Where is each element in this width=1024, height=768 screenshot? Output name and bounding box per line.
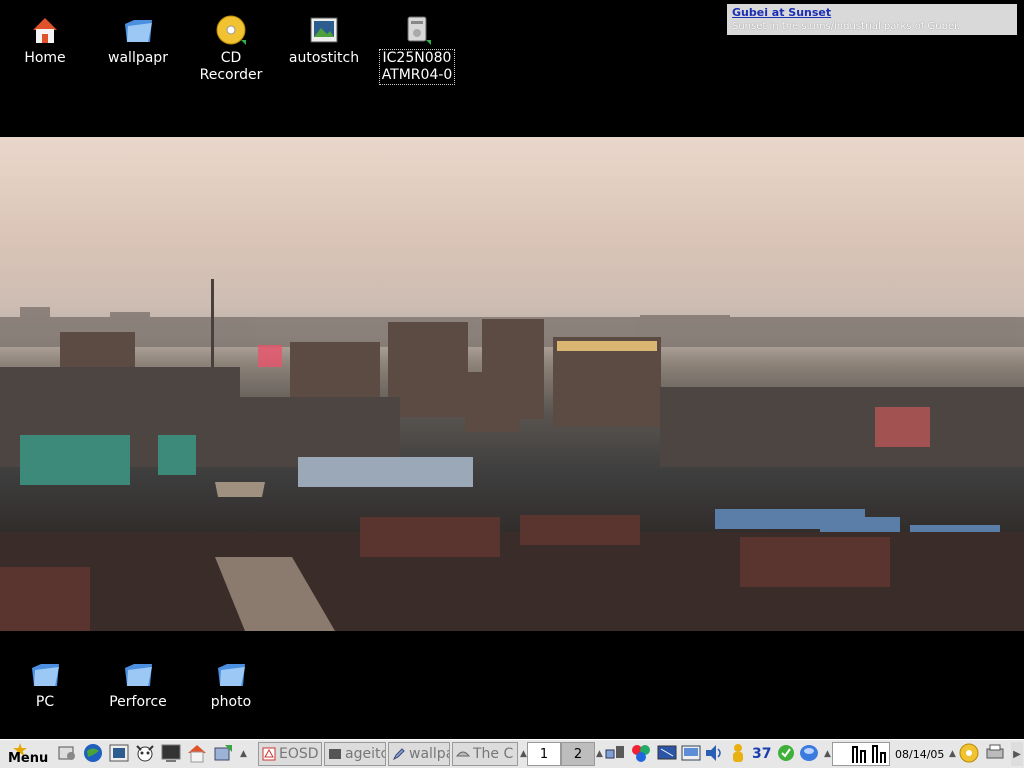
desktop-icon-pc[interactable]: PC	[0, 658, 90, 711]
desktop-icon-label: CD Recorder	[199, 50, 263, 83]
task-label: EOSD	[279, 746, 319, 762]
desktop-icon-label: PC	[35, 694, 55, 710]
web-browser-icon[interactable]	[82, 742, 104, 764]
task-button-wallpa[interactable]: wallpa	[388, 742, 450, 766]
desktop-icon-perforce[interactable]: Perforce	[93, 658, 183, 711]
desktop-icon-cd-recorder[interactable]: CD Recorder	[186, 14, 276, 84]
hard-drive-icon	[407, 16, 431, 45]
editor-icon	[392, 748, 405, 761]
wallpaper-photo	[0, 137, 1024, 631]
terminal-icon	[329, 749, 341, 759]
taskbar: ★ Menu ▲ EOSD ageitc wallpa The C ▲ 1 2 …	[0, 739, 1024, 768]
pdf-icon	[262, 747, 276, 761]
pager-label: 1	[539, 746, 549, 762]
globe-status-icon[interactable]	[798, 742, 820, 764]
quicklaunch-scroll-arrow[interactable]: ▲	[240, 742, 247, 766]
task-label: wallpa	[409, 746, 450, 762]
display-settings-icon[interactable]	[680, 742, 702, 764]
volume-icon[interactable]	[703, 742, 725, 764]
gnu-icon[interactable]	[134, 742, 156, 764]
task-label: The C	[473, 746, 514, 762]
task-label: ageitc	[345, 746, 386, 762]
browser-icon	[456, 751, 470, 757]
folder-icon	[125, 664, 152, 686]
desktop-pager-1[interactable]: 1	[527, 742, 561, 766]
image-app-icon	[310, 17, 338, 43]
cpu-graph-icon	[852, 745, 886, 763]
cd-recorder-icon	[216, 15, 246, 45]
desktop-pager-2[interactable]: 2	[561, 742, 595, 766]
wallpaper-description: Sunset in the slums/industrial parks of …	[732, 21, 961, 32]
desktop-icon-label: autostitch	[288, 50, 360, 66]
screen-icon[interactable]	[656, 742, 678, 764]
wallpaper-title-link[interactable]: Gubei at Sunset	[732, 6, 1012, 19]
cd-burner-tray-icon[interactable]	[958, 742, 980, 764]
desktop-icon-wallpapr[interactable]: wallpapr	[93, 14, 183, 67]
task-button-ageitc[interactable]: ageitc	[324, 742, 386, 766]
desktop-icon-label: photo	[210, 694, 252, 710]
software-install-icon[interactable]	[212, 742, 234, 764]
desktop-icon-home[interactable]: Home	[0, 14, 90, 67]
tray-scroll-arrow[interactable]: ▲	[824, 742, 831, 766]
terminal-icon[interactable]	[160, 742, 182, 764]
home-icon	[33, 18, 57, 43]
desktop-icon-label: IC25N080 ATMR04-0	[378, 49, 456, 85]
start-menu-button[interactable]: ★ Menu	[2, 740, 52, 766]
check-status-icon[interactable]	[775, 742, 797, 764]
image-viewer-icon[interactable]	[108, 742, 130, 764]
taskbar-hide-arrow[interactable]: ▶	[1011, 742, 1023, 766]
task-button-the-c[interactable]: The C	[452, 742, 518, 766]
folder-icon	[32, 664, 59, 686]
folder-icon	[125, 20, 152, 42]
tray-counter[interactable]: 37	[752, 742, 771, 766]
desktop-icon-label: Perforce	[109, 694, 167, 710]
folder-icon	[218, 664, 245, 686]
wallpaper-info-box: Gubei at Sunset Sunset in the slums/indu…	[727, 4, 1017, 35]
home-folder-icon[interactable]	[186, 742, 208, 764]
colored-balls-icon[interactable]	[630, 742, 652, 764]
desktop-icon-autostitch[interactable]: autostitch	[279, 14, 369, 67]
desktop-icon-label: wallpapr	[108, 50, 168, 66]
cpu-monitor-graph[interactable]	[832, 742, 890, 766]
start-menu-label: Menu	[8, 751, 49, 766]
cityscape-illustration	[0, 279, 1024, 631]
pager-scroll-arrow[interactable]: ▲	[596, 742, 603, 766]
tasks-scroll-arrow[interactable]: ▲	[520, 742, 527, 766]
network-icon[interactable]	[604, 742, 626, 764]
desktop-icon-label: Home	[24, 50, 66, 66]
desktop-icon-photo[interactable]: photo	[186, 658, 276, 711]
control-center-icon[interactable]	[56, 742, 78, 764]
date-display[interactable]: 08/14/05	[895, 742, 944, 766]
desktop-icon-hard-drive[interactable]: IC25N080 ATMR04-0	[372, 14, 462, 85]
pager-label: 2	[573, 746, 583, 762]
printer-icon[interactable]	[984, 742, 1006, 764]
messenger-icon[interactable]	[727, 742, 749, 764]
clock-scroll-arrow[interactable]: ▲	[949, 742, 956, 766]
task-button-eosd[interactable]: EOSD	[258, 742, 322, 766]
